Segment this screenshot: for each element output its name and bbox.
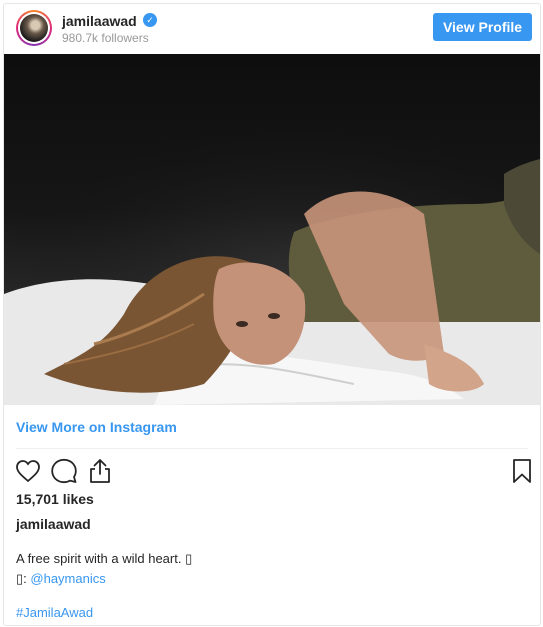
verified-badge-icon: ✓ [143, 13, 157, 27]
avatar[interactable] [16, 10, 52, 46]
divider [16, 448, 528, 449]
comment-icon[interactable] [50, 457, 78, 485]
bookmark-icon[interactable] [508, 457, 536, 485]
caption-text: A free spirit with a wild heart. ▯ [16, 551, 193, 566]
view-profile-button[interactable]: View Profile [433, 13, 532, 41]
caption-credit: ▯: @haymanics [16, 571, 106, 587]
follower-count: 980.7k followers [62, 31, 149, 45]
hashtag-link[interactable]: #JamilaAwad [16, 605, 93, 620]
heart-icon[interactable] [14, 457, 42, 485]
share-icon[interactable] [86, 457, 114, 485]
caption-author[interactable]: jamilaawad [16, 516, 91, 532]
post-photo[interactable] [4, 54, 540, 405]
avatar-image [20, 14, 48, 42]
like-count: 15,701 likes [16, 491, 94, 507]
instagram-embed-card: jamilaawad ✓ 980.7k followers View Profi… [3, 3, 541, 626]
post-photo-illustration [4, 54, 540, 405]
view-more-link[interactable]: View More on Instagram [16, 419, 177, 435]
post-header: jamilaawad ✓ 980.7k followers View Profi… [4, 4, 540, 54]
username-link[interactable]: jamilaawad [62, 13, 137, 29]
caption-credit-prefix: ▯: [16, 571, 31, 586]
mention-link[interactable]: @haymanics [30, 571, 105, 586]
